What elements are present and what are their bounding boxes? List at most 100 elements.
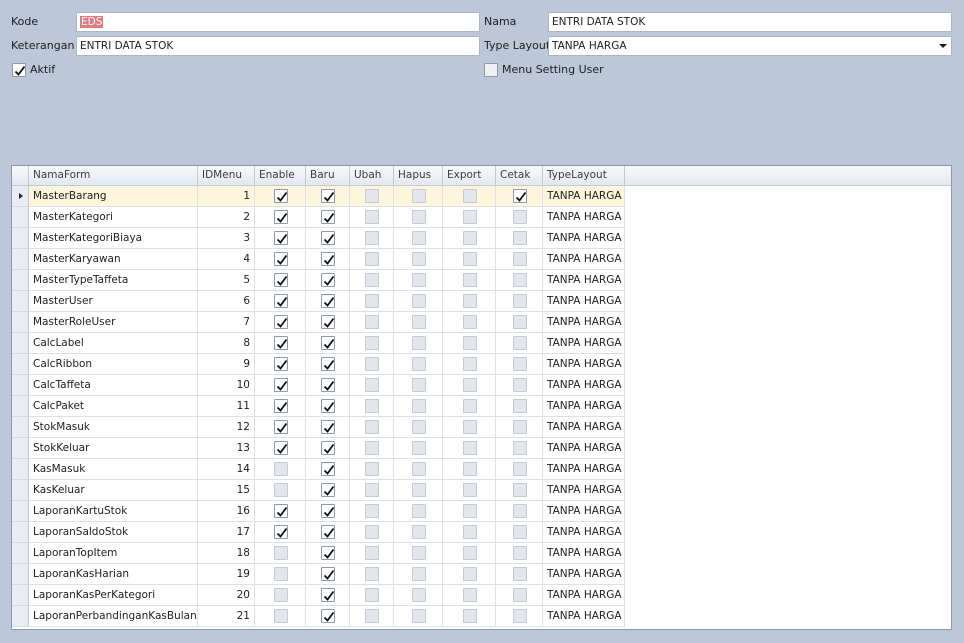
grid-checkbox[interactable] bbox=[365, 546, 379, 560]
cell-typelayout[interactable]: TANPA HARGA bbox=[543, 228, 625, 249]
cell-enable[interactable] bbox=[255, 417, 306, 438]
cell-hapus[interactable] bbox=[394, 585, 443, 606]
grid-checkbox[interactable] bbox=[274, 399, 288, 413]
cell-baru[interactable] bbox=[306, 459, 350, 480]
table-row[interactable]: CalcRibbon 9 TANPA HARGA bbox=[12, 354, 625, 375]
cell-ubah[interactable] bbox=[350, 606, 394, 627]
cell-typelayout[interactable]: TANPA HARGA bbox=[543, 312, 625, 333]
cell-ubah[interactable] bbox=[350, 354, 394, 375]
grid-checkbox[interactable] bbox=[463, 399, 477, 413]
cell-baru[interactable] bbox=[306, 501, 350, 522]
grid-checkbox[interactable] bbox=[274, 567, 288, 581]
cell-enable[interactable] bbox=[255, 564, 306, 585]
row-indicator[interactable] bbox=[12, 249, 29, 270]
cell-export[interactable] bbox=[443, 396, 496, 417]
grid-checkbox[interactable] bbox=[412, 210, 426, 224]
grid-checkbox[interactable] bbox=[513, 420, 527, 434]
cell-cetak[interactable] bbox=[496, 564, 543, 585]
cell-idmenu[interactable]: 21 bbox=[198, 606, 255, 627]
cell-hapus[interactable] bbox=[394, 606, 443, 627]
cell-idmenu[interactable]: 19 bbox=[198, 564, 255, 585]
grid-checkbox[interactable] bbox=[463, 483, 477, 497]
cell-ubah[interactable] bbox=[350, 375, 394, 396]
grid-checkbox[interactable] bbox=[365, 273, 379, 287]
cell-idmenu[interactable]: 14 bbox=[198, 459, 255, 480]
grid-checkbox[interactable] bbox=[365, 609, 379, 623]
grid-checkbox[interactable] bbox=[365, 420, 379, 434]
table-row[interactable]: LaporanKasHarian 19 TANPA HARGA bbox=[12, 564, 625, 585]
grid-checkbox[interactable] bbox=[412, 189, 426, 203]
cell-ubah[interactable] bbox=[350, 480, 394, 501]
cell-namaform[interactable]: LaporanKartuStok bbox=[29, 501, 198, 522]
cell-idmenu[interactable]: 18 bbox=[198, 543, 255, 564]
grid-checkbox[interactable] bbox=[321, 609, 335, 623]
cell-hapus[interactable] bbox=[394, 333, 443, 354]
grid-checkbox[interactable] bbox=[412, 546, 426, 560]
grid-checkbox[interactable] bbox=[321, 357, 335, 371]
type-layout-select[interactable]: TANPA HARGA bbox=[548, 36, 952, 56]
cell-idmenu[interactable]: 7 bbox=[198, 312, 255, 333]
cell-idmenu[interactable]: 5 bbox=[198, 270, 255, 291]
grid-checkbox[interactable] bbox=[463, 462, 477, 476]
cell-cetak[interactable] bbox=[496, 228, 543, 249]
cell-typelayout[interactable]: TANPA HARGA bbox=[543, 417, 625, 438]
table-row[interactable]: LaporanTopItem 18 TANPA HARGA bbox=[12, 543, 625, 564]
aktif-checkbox[interactable] bbox=[12, 63, 26, 77]
cell-namaform[interactable]: KasKeluar bbox=[29, 480, 198, 501]
grid-checkbox[interactable] bbox=[274, 525, 288, 539]
row-indicator[interactable] bbox=[12, 564, 29, 585]
cell-baru[interactable] bbox=[306, 291, 350, 312]
cell-typelayout[interactable]: TANPA HARGA bbox=[543, 501, 625, 522]
row-indicator[interactable] bbox=[12, 417, 29, 438]
grid-checkbox[interactable] bbox=[365, 336, 379, 350]
cell-cetak[interactable] bbox=[496, 438, 543, 459]
grid-checkbox[interactable] bbox=[513, 567, 527, 581]
keterangan-input[interactable]: ENTRI DATA STOK bbox=[76, 36, 480, 56]
grid-checkbox[interactable] bbox=[513, 189, 527, 203]
cell-namaform[interactable]: MasterUser bbox=[29, 291, 198, 312]
cell-baru[interactable] bbox=[306, 543, 350, 564]
cell-namaform[interactable]: LaporanKasHarian bbox=[29, 564, 198, 585]
cell-export[interactable] bbox=[443, 480, 496, 501]
cell-hapus[interactable] bbox=[394, 480, 443, 501]
chevron-down-icon[interactable] bbox=[939, 44, 947, 48]
grid-checkbox[interactable] bbox=[274, 252, 288, 266]
cell-typelayout[interactable]: TANPA HARGA bbox=[543, 585, 625, 606]
grid-checkbox[interactable] bbox=[321, 420, 335, 434]
grid-checkbox[interactable] bbox=[513, 336, 527, 350]
grid-checkbox[interactable] bbox=[463, 315, 477, 329]
cell-enable[interactable] bbox=[255, 354, 306, 375]
cell-ubah[interactable] bbox=[350, 522, 394, 543]
cell-ubah[interactable] bbox=[350, 312, 394, 333]
grid-checkbox[interactable] bbox=[513, 315, 527, 329]
row-indicator[interactable] bbox=[12, 501, 29, 522]
cell-hapus[interactable] bbox=[394, 228, 443, 249]
cell-namaform[interactable]: MasterTypeTaffeta bbox=[29, 270, 198, 291]
header-hapus[interactable]: Hapus bbox=[394, 166, 443, 186]
table-row[interactable]: MasterRoleUser 7 TANPA HARGA bbox=[12, 312, 625, 333]
grid-checkbox[interactable] bbox=[463, 210, 477, 224]
grid-checkbox[interactable] bbox=[463, 189, 477, 203]
cell-export[interactable] bbox=[443, 522, 496, 543]
grid-checkbox[interactable] bbox=[513, 483, 527, 497]
grid-checkbox[interactable] bbox=[463, 420, 477, 434]
grid-checkbox[interactable] bbox=[365, 189, 379, 203]
grid-checkbox[interactable] bbox=[463, 441, 477, 455]
header-typelayout[interactable]: TypeLayout bbox=[543, 166, 625, 186]
cell-hapus[interactable] bbox=[394, 522, 443, 543]
cell-hapus[interactable] bbox=[394, 291, 443, 312]
cell-enable[interactable] bbox=[255, 207, 306, 228]
cell-hapus[interactable] bbox=[394, 249, 443, 270]
grid-checkbox[interactable] bbox=[412, 525, 426, 539]
table-row[interactable]: CalcLabel 8 TANPA HARGA bbox=[12, 333, 625, 354]
cell-idmenu[interactable]: 9 bbox=[198, 354, 255, 375]
cell-namaform[interactable]: CalcLabel bbox=[29, 333, 198, 354]
cell-export[interactable] bbox=[443, 585, 496, 606]
cell-ubah[interactable] bbox=[350, 459, 394, 480]
grid-checkbox[interactable] bbox=[274, 231, 288, 245]
cell-idmenu[interactable]: 1 bbox=[198, 186, 255, 207]
grid-checkbox[interactable] bbox=[412, 357, 426, 371]
cell-export[interactable] bbox=[443, 354, 496, 375]
grid-checkbox[interactable] bbox=[274, 504, 288, 518]
grid-checkbox[interactable] bbox=[463, 525, 477, 539]
